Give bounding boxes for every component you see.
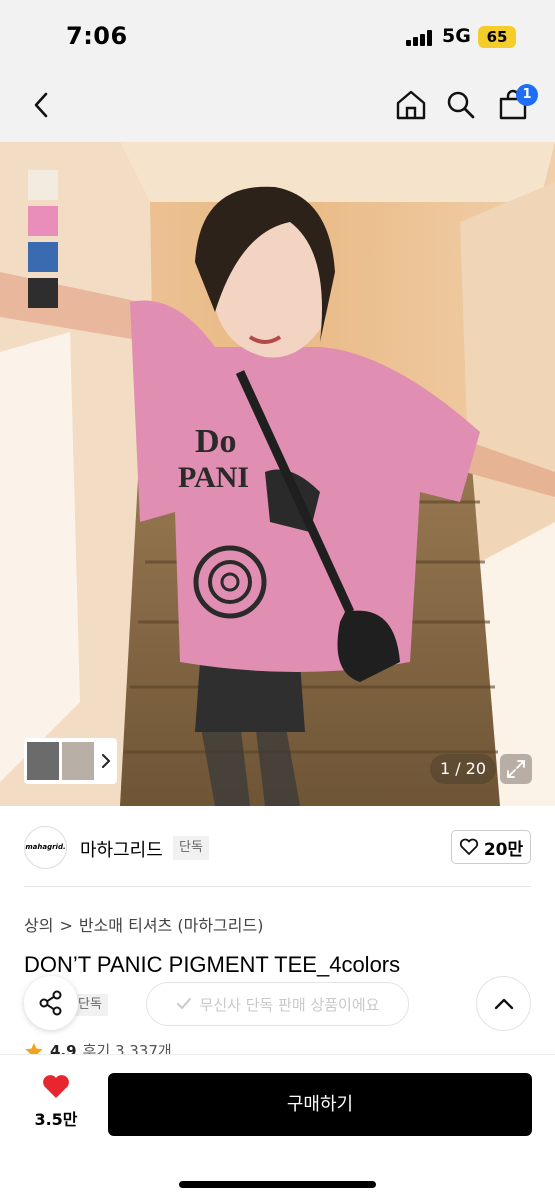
chevron-right-icon (102, 754, 111, 768)
chevron-up-icon (494, 998, 513, 1009)
heart-filled-icon (43, 1075, 69, 1098)
back-icon (34, 92, 48, 118)
search-button[interactable] (436, 72, 486, 138)
search-icon (447, 91, 475, 119)
image-counter: 1 / 20 (430, 754, 496, 784)
status-time: 7:06 (66, 22, 128, 50)
thumbnail-strip[interactable] (24, 738, 117, 784)
product-image[interactable]: Do PANI 1 / 20 (0, 142, 555, 806)
brand-exclusive-tag: 단독 (173, 836, 209, 860)
color-swatch[interactable] (28, 242, 58, 272)
color-swatch[interactable] (28, 170, 58, 200)
thumbnail-image[interactable] (27, 742, 59, 780)
product-page: 7:06 5G 65 1 Do PANI 1 / 20 mahagrid. 마하… (0, 0, 555, 1200)
exclusive-banner: 무신사 단독 판매 상품이에요 (146, 982, 409, 1026)
back-button[interactable] (16, 72, 66, 138)
top-nav: 1 (0, 72, 555, 142)
share-button[interactable] (24, 976, 78, 1030)
divider (24, 886, 531, 887)
brand-like-button[interactable]: 20만 (451, 830, 531, 864)
battery-icon: 65 (478, 26, 516, 48)
brand-row: mahagrid. 마하그리드 단독 20만 (0, 806, 555, 888)
brand-like-count: 20만 (483, 839, 524, 860)
breadcrumb-separator: > (59, 916, 73, 935)
scroll-top-button[interactable] (476, 976, 531, 1031)
brand-logo[interactable]: mahagrid. (24, 826, 67, 869)
expand-button[interactable] (500, 754, 532, 784)
exclusive-text: 무신사 단독 판매 상품이에요 (199, 995, 380, 1014)
breadcrumb-item[interactable]: 반소매 티셔츠 (마하그리드) (79, 916, 264, 935)
bottom-action-bar: 3.5만 구매하기 (0, 1054, 555, 1200)
color-swatches (28, 170, 58, 314)
brand-name[interactable]: 마하그리드 (80, 836, 163, 862)
status-bar: 7:06 5G 65 (0, 0, 555, 72)
expand-icon (507, 760, 525, 778)
wishlist-button[interactable]: 3.5만 (28, 1073, 84, 1130)
signal-icon (406, 30, 434, 46)
home-icon (396, 90, 426, 120)
home-button[interactable] (386, 72, 436, 138)
thumbnail-image[interactable] (62, 742, 94, 780)
network-label: 5G (442, 25, 471, 47)
svg-text:PANI: PANI (178, 461, 249, 494)
color-swatch[interactable] (28, 206, 58, 236)
breadcrumb-item[interactable]: 상의 (24, 916, 53, 935)
cart-button[interactable]: 1 (488, 72, 538, 138)
wishlist-count: 3.5만 (34, 1110, 78, 1129)
share-icon (39, 990, 62, 1016)
svg-text:Do: Do (195, 423, 237, 460)
breadcrumb: 상의 > 반소매 티셔츠 (마하그리드) (24, 912, 269, 936)
color-swatch[interactable] (28, 278, 58, 308)
cart-badge: 1 (516, 84, 538, 106)
heart-outline-icon (459, 838, 478, 855)
product-title: DON’T PANIC PIGMENT TEE_4colors (24, 952, 401, 977)
buy-button[interactable]: 구매하기 (108, 1073, 532, 1136)
product-photo: Do PANI (0, 142, 555, 806)
home-indicator (179, 1181, 376, 1188)
check-icon (176, 998, 191, 1010)
